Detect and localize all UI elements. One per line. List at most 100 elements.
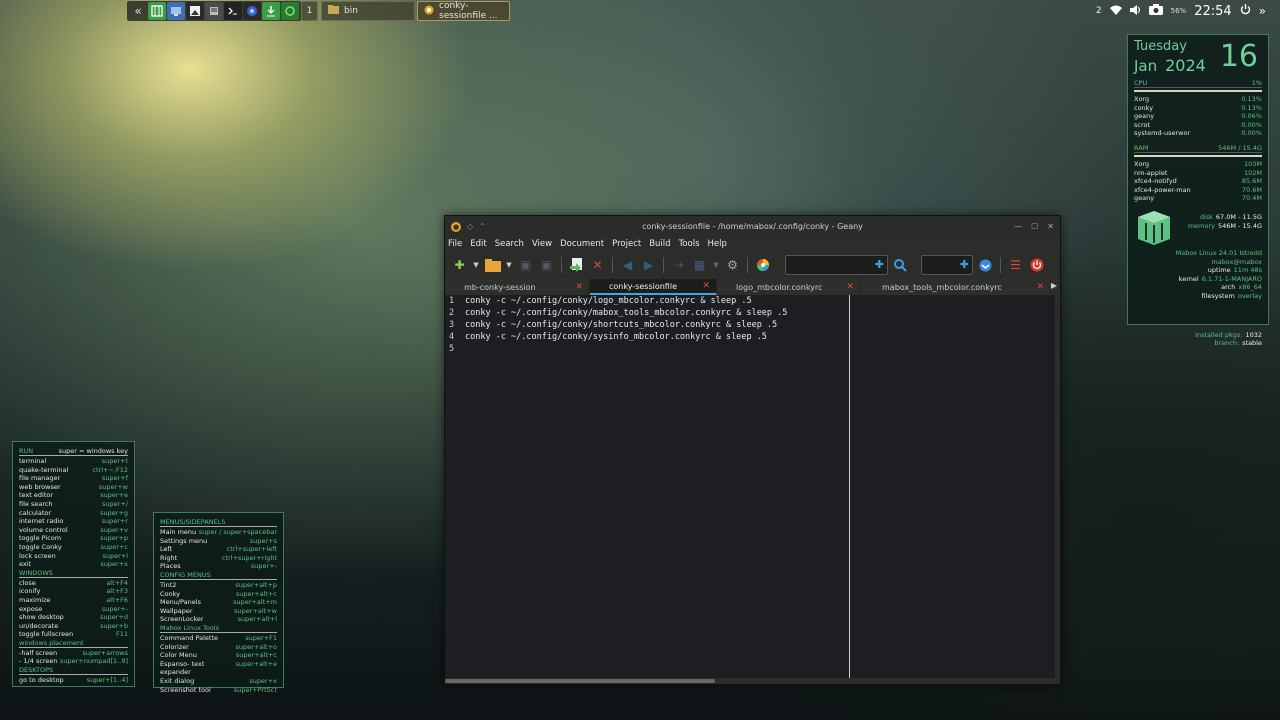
shortcut-row-value: super+arrows <box>82 648 129 657</box>
browser-icon[interactable] <box>243 2 261 20</box>
camera-icon[interactable] <box>1148 4 1163 18</box>
build-icon[interactable]: ▦ <box>691 257 708 274</box>
battery-label[interactable]: 56% <box>1171 7 1187 15</box>
tab-scroll-right-icon[interactable]: ▶ <box>1051 281 1057 290</box>
collapse-panel-button[interactable]: « <box>129 2 147 20</box>
text-editor-icon[interactable] <box>205 2 223 20</box>
new-file-icon[interactable]: ✚ <box>451 257 468 274</box>
shortcut-row: Right ctrl+super+right <box>160 554 277 563</box>
tray-more-button[interactable]: » <box>1259 4 1266 18</box>
shortcut-row-value: super+p <box>100 534 128 543</box>
shortcut-row-name: Menu/Panels <box>160 598 201 607</box>
desktops-shortcut-list: go to desktop super+[1..4] <box>19 676 128 685</box>
shortcut-row-value: super+F1 <box>245 633 277 642</box>
ram-process-row: geany 70.4M <box>1134 194 1262 203</box>
shortcut-row-value: super+PrtScr <box>233 685 277 694</box>
maximize-icon[interactable]: ☐ <box>1031 222 1038 231</box>
tab-mb-conky-session[interactable]: mb-conky-session ✕ <box>445 279 590 295</box>
quit-icon[interactable] <box>1028 257 1045 274</box>
image-viewer-icon[interactable] <box>186 2 204 20</box>
goto-line-input[interactable]: ✚ <box>921 255 973 275</box>
branch-row: branch: stable <box>1134 339 1262 348</box>
redo-icon[interactable]: ▶ <box>640 257 657 274</box>
close-icon[interactable]: ✕ <box>1047 222 1054 231</box>
menu-help[interactable]: Help <box>708 239 727 249</box>
monitor-icon[interactable] <box>167 2 185 20</box>
clock[interactable]: 22:54 <box>1194 4 1231 19</box>
shortcut-row: toggle fullscreen F11 <box>19 630 128 639</box>
workspace-indicator[interactable]: 1 <box>301 1 318 21</box>
menu-view[interactable]: View <box>532 239 552 249</box>
code-line[interactable]: conky -c ~/.config/conky/mabox_tools_mbc… <box>465 307 787 319</box>
spreadsheet-icon[interactable] <box>148 2 166 20</box>
menu-search[interactable]: Search <box>495 239 524 249</box>
shortcut-row: maximize alt+F6 <box>19 596 128 605</box>
save-icon[interactable]: ▣ <box>517 257 534 274</box>
undo-icon[interactable]: ◀ <box>619 257 636 274</box>
editor-area[interactable]: 1 2 3 4 5 conky -c ~/.config/conky/logo_… <box>445 295 1060 678</box>
tab-conky-sessionfile[interactable]: conky-sessionfile ✕ <box>590 279 717 295</box>
execute-icon[interactable]: ⚙ <box>724 257 741 274</box>
horizontal-scrollbar-thumb[interactable] <box>445 679 715 683</box>
dropdown-arrow-icon[interactable]: ▼ <box>712 257 720 274</box>
close-file-icon[interactable]: ✕ <box>589 257 606 274</box>
open-folder-icon[interactable] <box>484 257 501 274</box>
volume-icon[interactable] <box>1129 4 1141 18</box>
search-clear-icon[interactable]: ✚ <box>875 258 884 271</box>
shortcut-row: file search super+/ <box>19 500 128 509</box>
placement-shortcut-list: -half screen super+arrows - 1/4 screen supe… <box>19 649 128 666</box>
goto-clear-icon[interactable]: ✚ <box>960 258 969 271</box>
uptime-label: uptime <box>1207 266 1231 275</box>
notification-count[interactable]: 2 <box>1096 6 1102 16</box>
code-line[interactable]: conky -c ~/.config/conky/shortcuts_mbcol… <box>465 319 787 331</box>
minimize-icon[interactable]: — <box>1014 222 1022 231</box>
dropdown-arrow-icon[interactable]: ▼ <box>505 257 513 274</box>
menu-document[interactable]: Document <box>560 239 604 249</box>
tab-close-icon[interactable]: ✕ <box>1036 282 1044 292</box>
ram-process-list: Xorg 103M nm-applet 102M xfce4-notifyd 85.6M x… <box>1134 160 1262 203</box>
goto-line-icon[interactable] <box>977 257 994 274</box>
download-manager-icon[interactable] <box>262 2 280 20</box>
wifi-icon[interactable] <box>1109 5 1122 18</box>
vertical-scrollbar[interactable] <box>1055 295 1060 678</box>
tab-close-icon[interactable]: ✕ <box>575 282 583 292</box>
menu-file[interactable]: File <box>448 239 462 249</box>
preferences-icon[interactable]: ☰ <box>1007 257 1024 274</box>
tab-mabox-tools-mbcolor[interactable]: mabox_tools_mbcolor.conkyrc ✕ <box>861 279 1051 295</box>
horizontal-scrollbar[interactable] <box>445 678 1060 684</box>
search-icon[interactable] <box>892 257 909 274</box>
terminal-icon[interactable] <box>224 2 242 20</box>
shortcut-row-value: super+alt+l <box>237 615 277 624</box>
code-line[interactable]: conky -c ~/.config/conky/logo_mbcolor.co… <box>465 295 787 307</box>
ram-process-row-name: geany <box>1134 194 1155 203</box>
code-line[interactable] <box>465 343 787 355</box>
shortcut-row-value: super+[1..4] <box>86 676 128 685</box>
code-lines[interactable]: conky -c ~/.config/conky/logo_mbcolor.co… <box>465 295 787 355</box>
tab-close-icon[interactable]: ✕ <box>702 281 710 291</box>
cpu-process-row-value: 0.00% <box>1241 120 1262 129</box>
tab-close-icon[interactable]: ✕ <box>846 282 854 292</box>
save-all-icon[interactable]: ▣ <box>538 257 555 274</box>
menu-project[interactable]: Project <box>612 239 641 249</box>
task-geany[interactable]: conky-sessionfile ... <box>417 1 510 21</box>
shortcut-row-name: Command Palette <box>160 633 218 642</box>
task-bin[interactable]: bin <box>321 1 415 21</box>
shortcut-row-value: ctrl+super+right <box>221 553 277 562</box>
color-chooser-icon[interactable] <box>754 257 771 274</box>
search-input[interactable]: ✚ <box>785 255 888 275</box>
shortcut-row-name: internet radio <box>19 517 64 526</box>
menu-tools[interactable]: Tools <box>679 239 700 249</box>
window-titlebar[interactable]: ● ◇ ⌃ conky-sessionfile - /home/mabox/.c… <box>445 216 1060 237</box>
revert-icon[interactable] <box>568 257 585 274</box>
dropdown-arrow-icon[interactable]: ▼ <box>472 257 480 274</box>
host-name: mabox@mabox <box>1211 257 1262 266</box>
code-line[interactable]: conky -c ~/.config/conky/sysinfo_mbcolor… <box>465 331 787 343</box>
shortcut-row: Tint2 super+alt+p <box>160 581 277 590</box>
menu-edit[interactable]: Edit <box>470 239 486 249</box>
power-icon[interactable] <box>1240 4 1251 18</box>
compile-icon[interactable]: ⇢ <box>670 257 687 274</box>
windows-header: WINDOWS <box>19 569 128 578</box>
refresh-icon[interactable] <box>281 2 299 20</box>
menu-build[interactable]: Build <box>649 239 670 249</box>
tab-logo-mbcolor[interactable]: logo_mbcolor.conkyrc ✕ <box>717 279 861 295</box>
